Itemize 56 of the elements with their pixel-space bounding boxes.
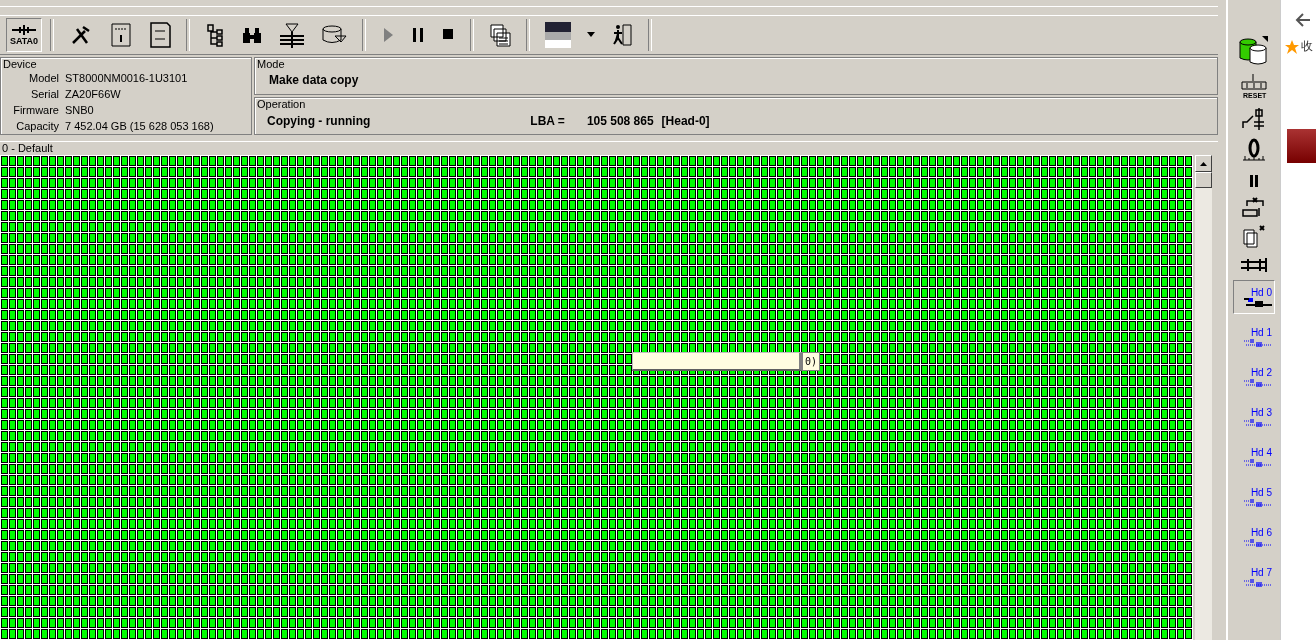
head-button[interactable]: Hd 1	[1233, 320, 1275, 354]
back-arrow-icon[interactable]	[1295, 12, 1311, 28]
windows-icon[interactable]	[489, 22, 511, 47]
head-button[interactable]: Hd 7	[1233, 560, 1275, 594]
switch-icon[interactable]	[1241, 106, 1267, 132]
tree-icon[interactable]	[205, 21, 225, 48]
field-value: SNB0	[65, 103, 95, 118]
popup-text: 0)	[802, 352, 821, 371]
field-label: Serial	[29, 87, 59, 102]
connector-icon[interactable]	[1240, 256, 1268, 274]
connector-icon	[10, 23, 38, 36]
field-value: 7 452.04 GB (15 628 053 168)	[65, 119, 215, 134]
port-button[interactable]: SATA0	[6, 17, 42, 52]
field-label: Model	[28, 71, 59, 86]
field-label: Firmware	[12, 103, 59, 118]
lba-label: LBA =	[530, 113, 565, 130]
head-icon	[1244, 377, 1272, 388]
head-icon	[1244, 297, 1272, 308]
head-button[interactable]: Hd 2	[1233, 360, 1275, 394]
pause-icon[interactable]	[411, 25, 425, 44]
field-value: ZA20F66W	[65, 87, 122, 102]
head-icon	[1244, 537, 1272, 548]
head-icon	[1244, 457, 1272, 468]
star-icon[interactable]	[1285, 39, 1299, 54]
head-icon	[1244, 337, 1272, 348]
group-title: Device	[2, 58, 38, 70]
disk-icon[interactable]	[321, 23, 347, 46]
head-button[interactable]: Hd 4	[1233, 440, 1275, 474]
favorites-label[interactable]: 收	[1301, 38, 1313, 55]
play-icon[interactable]	[381, 25, 395, 44]
group-title: Operation	[256, 98, 307, 110]
head-icon	[1244, 577, 1272, 588]
head-label: [Head-0]	[661, 113, 710, 130]
lba-value: 105 508 865	[586, 113, 654, 130]
head-icon	[1244, 417, 1272, 428]
group-title: Mode	[256, 58, 286, 70]
field-value: ST8000NM0016-1U3101	[65, 71, 189, 86]
disk-copy-icon[interactable]	[1238, 34, 1270, 66]
dropdown-caret-icon[interactable]	[587, 32, 595, 38]
head-button[interactable]: Hd 0	[1233, 280, 1275, 314]
head-button[interactable]: Hd 6	[1233, 520, 1275, 554]
pause-icon[interactable]	[1247, 172, 1261, 190]
exit-icon[interactable]	[611, 22, 633, 47]
head-button[interactable]: Hd 3	[1233, 400, 1275, 434]
scrollbar-thumb[interactable]	[1195, 172, 1212, 188]
scroll-up-icon[interactable]	[1200, 161, 1207, 166]
documents-icon[interactable]	[1242, 224, 1266, 250]
head-icon	[1244, 497, 1272, 508]
scrollbar[interactable]	[1195, 155, 1212, 640]
operation-status: Copying - running	[267, 113, 371, 130]
mode-value: Make data copy	[268, 72, 360, 89]
head-button[interactable]: Hd 5	[1233, 480, 1275, 514]
funnel-icon[interactable]	[279, 21, 305, 48]
banner-bar	[1287, 129, 1316, 163]
document-icon[interactable]	[109, 20, 133, 49]
field-label: Capacity	[15, 119, 59, 134]
